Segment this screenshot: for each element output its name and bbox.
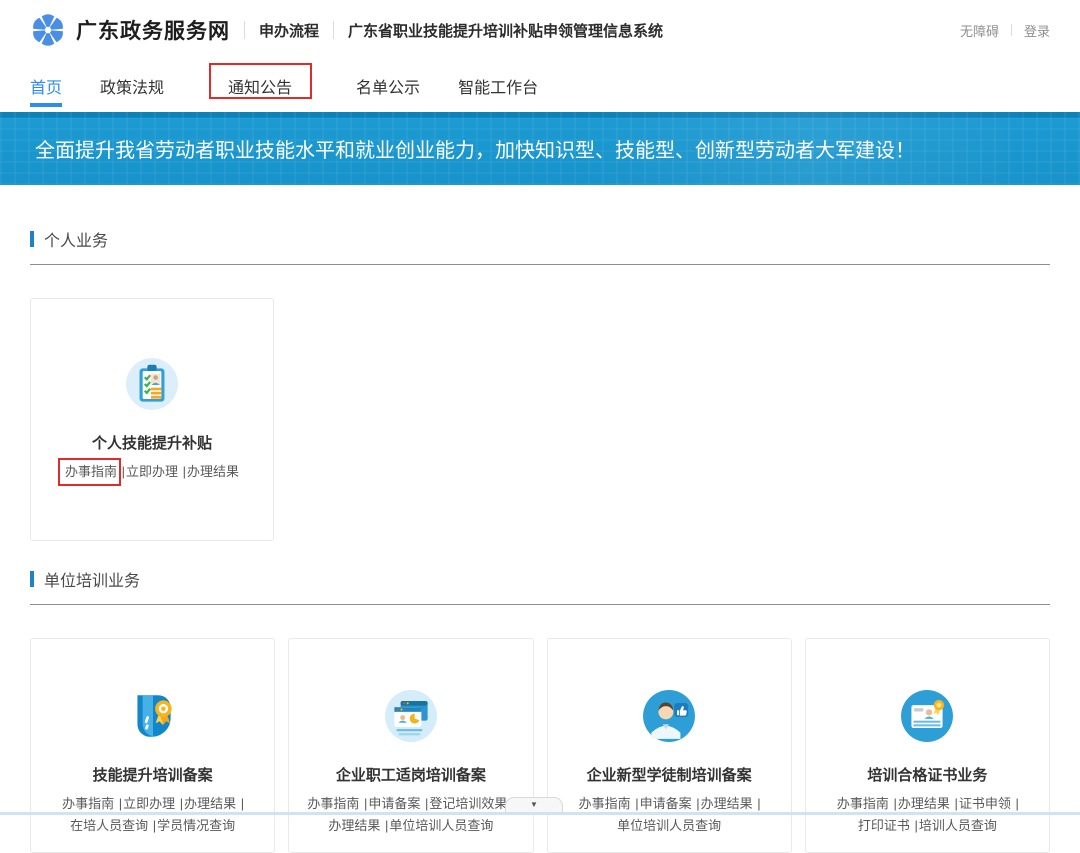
section-personal-business: 个人业务个人技能提升补贴办事指南 |立即办理 |办理结果 xyxy=(30,227,1050,541)
section-divider xyxy=(30,264,1050,265)
nav-tab-policy-label: 政策法规 xyxy=(100,74,164,98)
browser-analytics-icon xyxy=(384,689,438,743)
card-title: 技能提升培训备案 xyxy=(31,764,274,785)
active-tab-underline xyxy=(30,103,62,107)
card-link[interactable]: 立即办理 xyxy=(126,461,178,483)
nav-tab-home[interactable]: 首页 xyxy=(30,60,62,112)
card-link[interactable]: 打印证书 xyxy=(858,815,910,837)
card-link[interactable]: 办事指南 xyxy=(65,461,117,483)
nav-tab-policy[interactable]: 政策法规 xyxy=(100,60,164,112)
accessibility-link[interactable]: 无障碍 xyxy=(960,21,999,40)
card-link[interactable]: 办理结果 xyxy=(328,815,380,837)
banner-slogan: 全面提升我省劳动者职业技能水平和就业创业能力，加快知识型、技能型、创新型劳动者大… xyxy=(35,134,915,163)
nav-tab-notices-label: 通知公告 xyxy=(228,74,292,98)
gov-services-logo-icon xyxy=(30,12,66,48)
person-thumbs-up-icon xyxy=(642,689,696,743)
main-content: 个人业务个人技能提升补贴办事指南 |立即办理 |办理结果单位培训业务技能提升培训… xyxy=(0,227,1080,853)
card-link[interactable]: 单位培训人员查询 xyxy=(617,815,721,837)
certificate-medal-icon xyxy=(900,689,954,743)
card-title: 企业新型学徒制培训备案 xyxy=(548,764,791,785)
card-title: 企业职工适岗培训备案 xyxy=(289,764,532,785)
card-title: 个人技能提升补贴 xyxy=(31,432,273,453)
card-link[interactable]: 培训人员查询 xyxy=(919,815,997,837)
card-link[interactable]: 在培人员查询 xyxy=(70,815,148,837)
card-link[interactable]: 办理结果 xyxy=(187,461,239,483)
book-medal-icon xyxy=(126,689,180,743)
card-links: 办事指南 |立即办理 |办理结果 xyxy=(31,461,273,483)
hero-banner: 全面提升我省劳动者职业技能水平和就业创业能力，加快知识型、技能型、创新型劳动者大… xyxy=(0,112,1080,185)
apply-process-link[interactable]: 申办流程 xyxy=(259,20,319,41)
app-header: 广东政务服务网 申办流程 广东省职业技能提升培训补贴申领管理信息系统 无障碍 登… xyxy=(0,0,1080,60)
card-link[interactable]: 单位培训人员查询 xyxy=(389,815,493,837)
nav-tab-home-label: 首页 xyxy=(30,74,62,98)
section-divider xyxy=(30,604,1050,605)
card-new-apprenticeship-training-filing: 企业新型学徒制培训备案办事指南 |申请备案 |办理结果 |单位培训人员查询 xyxy=(547,638,792,853)
chevron-down-icon: ▼ xyxy=(530,801,538,809)
scroll-down-indicator[interactable]: ▼ xyxy=(505,797,563,812)
section-personal-business-title: 个人业务 xyxy=(44,227,108,251)
card-links: 办事指南 |申请备案 |登记培训效果 |办理结果 |单位培训人员查询 xyxy=(289,793,532,837)
section-marker-bar xyxy=(30,571,34,587)
nav-tab-public-lists-label: 名单公示 xyxy=(356,74,420,98)
clipboard-checklist-icon xyxy=(125,357,179,411)
card-employee-adaptation-training-filing: 企业职工适岗培训备案办事指南 |申请备案 |登记培训效果 |办理结果 |单位培训… xyxy=(288,638,533,853)
section-marker-bar xyxy=(30,231,34,247)
card-link[interactable]: 学员情况查询 xyxy=(157,815,235,837)
card-personal-skill-subsidy: 个人技能提升补贴办事指南 |立即办理 |办理结果 xyxy=(30,298,274,541)
header-divider xyxy=(1011,24,1012,36)
nav-tab-smart-workbench-label: 智能工作台 xyxy=(458,74,538,98)
site-title: 广东政务服务网 xyxy=(76,15,230,45)
card-links: 办事指南 |办理结果 |证书申领 |打印证书 |培训人员查询 xyxy=(806,793,1049,837)
card-training-certificate-business: 培训合格证书业务办事指南 |办理结果 |证书申领 |打印证书 |培训人员查询 xyxy=(805,638,1050,853)
nav-tab-public-lists[interactable]: 名单公示 xyxy=(356,60,420,112)
card-links: 办事指南 |申请备案 |办理结果 |单位培训人员查询 xyxy=(548,793,791,837)
header-divider xyxy=(244,21,245,39)
card-skill-training-filing: 技能提升培训备案办事指南 |立即办理 |办理结果 |在培人员查询 |学员情况查询 xyxy=(30,638,275,853)
header-divider xyxy=(333,21,334,39)
system-title: 广东省职业技能提升培训补贴申领管理信息系统 xyxy=(348,20,663,41)
card-title: 培训合格证书业务 xyxy=(806,764,1049,785)
nav-tab-notices[interactable]: 通知公告 xyxy=(228,60,292,112)
main-nav: 首页 政策法规 通知公告 名单公示 智能工作台 xyxy=(0,60,1080,112)
nav-tab-smart-workbench[interactable]: 智能工作台 xyxy=(458,60,538,112)
login-link[interactable]: 登录 xyxy=(1024,21,1050,40)
section-unit-training-business-title: 单位培训业务 xyxy=(44,567,140,591)
card-links: 办事指南 |立即办理 |办理结果 |在培人员查询 |学员情况查询 xyxy=(31,793,274,837)
